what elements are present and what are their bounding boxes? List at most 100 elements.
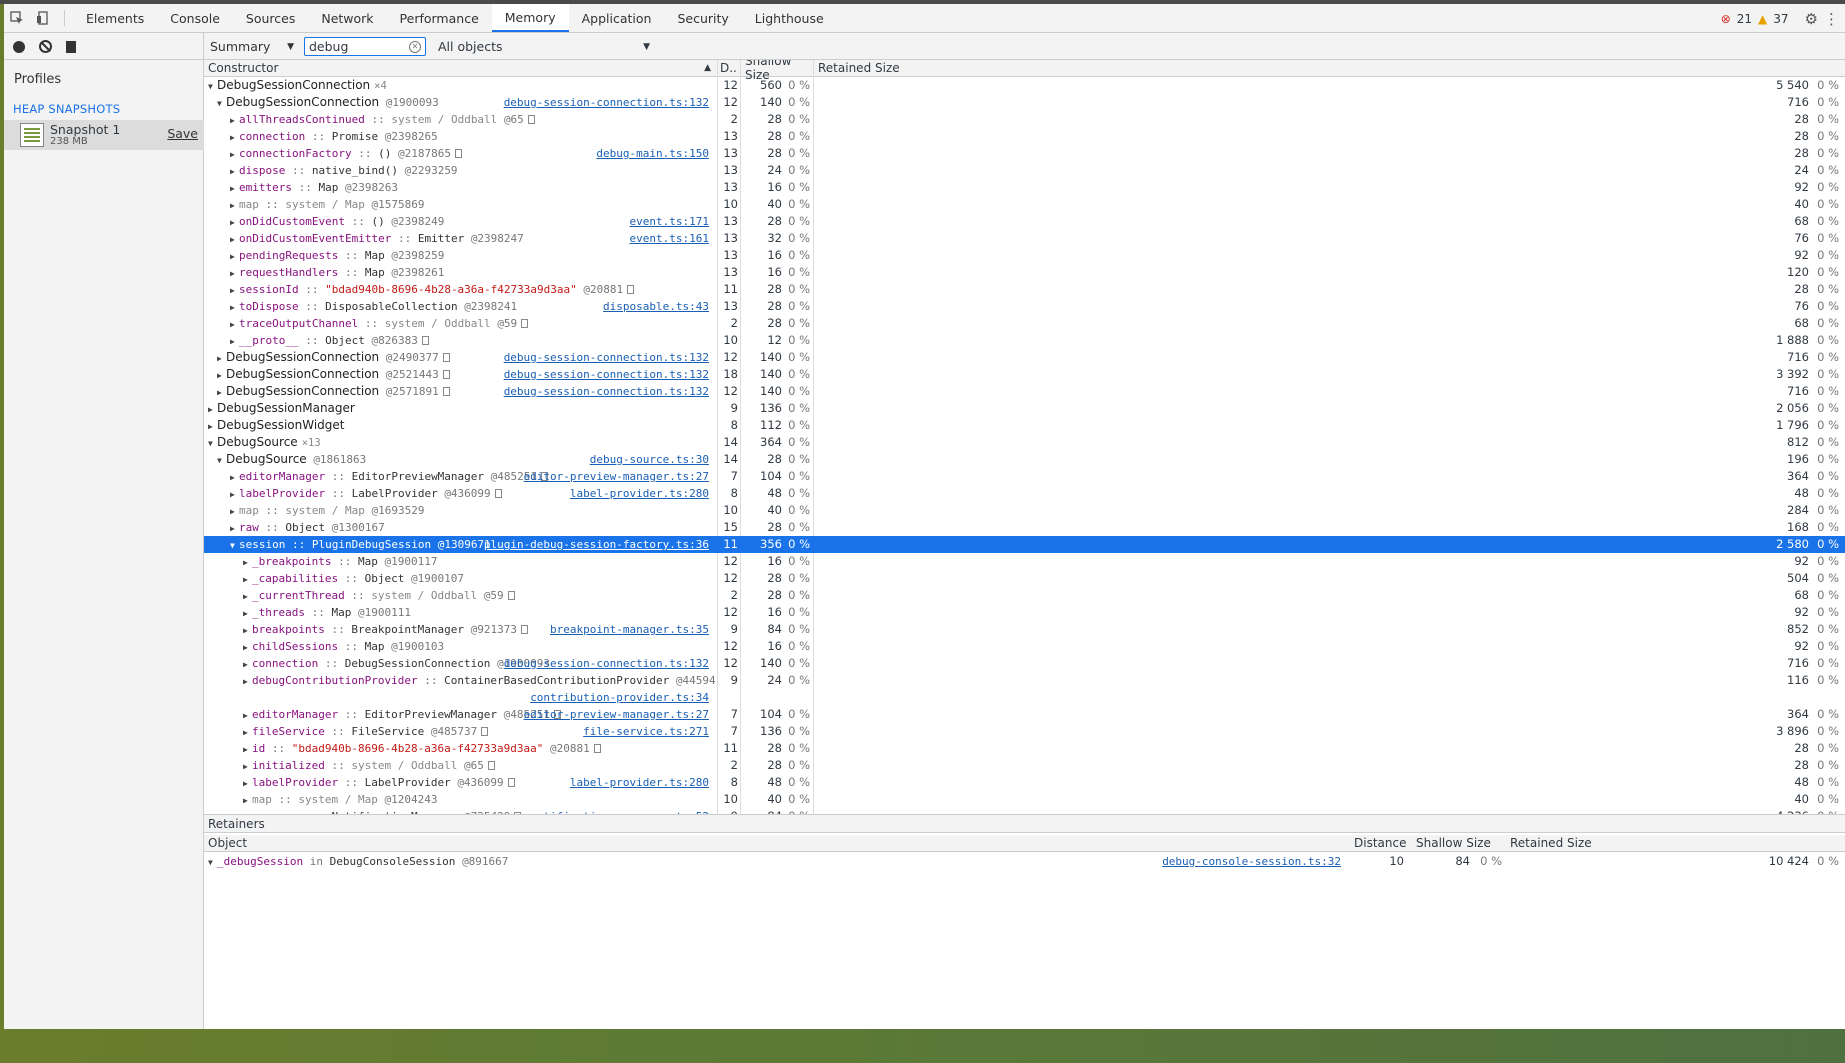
table-row[interactable]: ▶ labelProvider :: LabelProvider @436099 l… — [204, 774, 1845, 791]
col-header-constructor[interactable]: Constructor ▲ — [204, 60, 717, 77]
expand-triangle-icon[interactable]: ▶ — [243, 588, 252, 604]
source-link[interactable]: debug-session-connection.ts:132 — [504, 655, 709, 672]
table-row[interactable]: ▶ initialized :: system / Oddball @65 2 28 0… — [204, 757, 1845, 774]
trash-icon[interactable] — [66, 40, 76, 53]
expand-triangle-icon[interactable]: ▶ — [230, 163, 239, 179]
expand-triangle-icon[interactable]: ▶ — [243, 571, 252, 587]
expand-triangle-icon[interactable]: ▶ — [230, 197, 239, 213]
table-row[interactable]: ▶ debugContributionProvider :: ContainerB… — [204, 672, 1845, 689]
table-row[interactable]: ▼ DebugSource ×13 14 364 0 % 812 0 % — [204, 434, 1845, 451]
expand-triangle-icon[interactable]: ▶ — [243, 605, 252, 621]
store-global-icon[interactable] — [593, 744, 601, 753]
table-row[interactable]: ▶ DebugSessionConnection @2571891 debug-se… — [204, 383, 1845, 400]
ret-col-retained[interactable]: Retained Size — [1510, 836, 1592, 850]
table-row[interactable]: ▶ DebugSessionConnection @2521443 debug-se… — [204, 366, 1845, 383]
store-global-icon[interactable] — [442, 353, 450, 362]
table-row[interactable]: ▶ DebugSessionConnection @2490377 debug-se… — [204, 349, 1845, 366]
table-row[interactable]: ▶ DebugSessionManager 9 136 0 % 2 056 0 % — [204, 400, 1845, 417]
source-link[interactable]: debug-session-connection.ts:132 — [504, 349, 709, 366]
col-header-distance[interactable]: D.. — [718, 60, 740, 77]
expand-triangle-icon[interactable]: ▶ — [243, 639, 252, 655]
collapse-triangle-icon[interactable]: ▼ — [230, 537, 239, 553]
store-global-icon[interactable] — [481, 727, 489, 736]
store-global-icon[interactable] — [487, 761, 495, 770]
tab-elements[interactable]: Elements — [73, 4, 157, 32]
table-row[interactable]: ▼ DebugSessionConnection ×4 12 560 0 % 5 540 0 … — [204, 77, 1845, 94]
table-row[interactable]: contribution-provider.ts:34 — [204, 689, 1845, 706]
table-row[interactable]: ▶ map :: system / Map @1204243 10 40 0 % 40 0 … — [204, 791, 1845, 808]
table-row[interactable]: ▼ DebugSessionConnection @1900093 debug-se… — [204, 94, 1845, 111]
expand-triangle-icon[interactable]: ▼ — [208, 854, 217, 870]
table-row[interactable]: ▶ childSessions :: Map @1900103 12 16 0 % 92 0… — [204, 638, 1845, 655]
table-row[interactable]: ▶ map :: system / Map @1575869 10 40 0 % 40 0 … — [204, 196, 1845, 213]
expand-triangle-icon[interactable]: ▶ — [243, 656, 252, 672]
error-count[interactable]: 21 — [1737, 12, 1752, 26]
table-row[interactable]: ▶ allThreadsContinued :: system / Oddball… — [204, 111, 1845, 128]
expand-triangle-icon[interactable]: ▶ — [230, 299, 239, 315]
table-row[interactable]: ▶ onDidCustomEvent :: () @2398249 event.ts… — [204, 213, 1845, 230]
expand-triangle-icon[interactable]: ▶ — [208, 418, 217, 434]
source-link[interactable]: disposable.ts:43 — [603, 298, 709, 315]
collapse-triangle-icon[interactable]: ▼ — [208, 78, 217, 94]
table-row[interactable]: ▶ __proto__ :: Object @826383 10 12 0 % 1 888… — [204, 332, 1845, 349]
tab-lighthouse[interactable]: Lighthouse — [742, 4, 837, 32]
tab-memory[interactable]: Memory — [491, 4, 569, 32]
table-row[interactable]: ▶ editorManager :: EditorPreviewManager @… — [204, 706, 1845, 723]
table-row[interactable]: ▶ map :: system / Map @1693529 10 40 0 % 284 0… — [204, 502, 1845, 519]
source-link[interactable]: editor-preview-manager.ts:27 — [524, 468, 709, 485]
ret-col-distance[interactable]: Distance — [1354, 836, 1406, 850]
ret-col-shallow[interactable]: Shallow Size — [1416, 836, 1491, 850]
table-row[interactable]: ▶ pendingRequests :: Map @2398259 13 16 0 % 9… — [204, 247, 1845, 264]
expand-triangle-icon[interactable]: ▶ — [243, 741, 252, 757]
error-icon[interactable]: ⊗ — [1721, 12, 1731, 26]
store-global-icon[interactable] — [520, 625, 528, 634]
collapse-triangle-icon[interactable]: ▼ — [208, 435, 217, 451]
expand-triangle-icon[interactable]: ▶ — [230, 231, 239, 247]
collapse-triangle-icon[interactable]: ▼ — [217, 452, 226, 468]
tab-application[interactable]: Application — [569, 4, 665, 32]
expand-triangle-icon[interactable]: ▶ — [230, 129, 239, 145]
table-row[interactable]: ▶ fileService :: FileService @485737 file-… — [204, 723, 1845, 740]
expand-triangle-icon[interactable]: ▶ — [243, 758, 252, 774]
source-link[interactable]: label-provider.ts:280 — [570, 485, 709, 502]
retainer-row[interactable]: ▼ _debugSession in DebugConsoleSession @8… — [204, 853, 1845, 870]
source-link[interactable]: plugin-debug-session-factory.ts:36 — [484, 536, 709, 553]
table-row[interactable]: ▶ raw :: Object @1300167 15 28 0 % 168 0 % — [204, 519, 1845, 536]
store-global-icon[interactable] — [494, 489, 502, 498]
table-row[interactable]: ▶ connection :: Promise @2398265 13 28 0 % 28… — [204, 128, 1845, 145]
table-row[interactable]: ▶ requestHandlers :: Map @2398261 13 16 0 % 1… — [204, 264, 1845, 281]
store-global-icon[interactable] — [421, 336, 429, 345]
expand-triangle-icon[interactable]: ▶ — [230, 282, 239, 298]
source-link[interactable]: breakpoint-manager.ts:35 — [550, 621, 709, 638]
table-row[interactable]: ▶ sessionId :: "bdad940b-8696-4b28-a36a-f… — [204, 281, 1845, 298]
table-row[interactable]: ▶ connection :: DebugSessionConnection @1… — [204, 655, 1845, 672]
save-snapshot-link[interactable]: Save — [167, 126, 198, 141]
expand-triangle-icon[interactable]: ▶ — [230, 520, 239, 536]
store-global-icon[interactable] — [627, 285, 635, 294]
tab-performance[interactable]: Performance — [387, 4, 492, 32]
objects-select[interactable]: All objects ▼ — [434, 37, 650, 56]
expand-triangle-icon[interactable]: ▶ — [230, 486, 239, 502]
col-header-retained[interactable]: Retained Size — [814, 60, 1845, 77]
inspect-element-icon[interactable] — [4, 4, 30, 32]
expand-triangle-icon[interactable]: ▶ — [243, 775, 252, 791]
source-link[interactable]: label-provider.ts:280 — [570, 774, 709, 791]
more-menu-icon[interactable]: ⋮ — [1824, 10, 1839, 28]
snapshot-item[interactable]: Snapshot 1 238 MB Save — [4, 120, 204, 150]
expand-triangle-icon[interactable]: ▶ — [217, 384, 226, 400]
source-link[interactable]: debug-session-connection.ts:132 — [504, 94, 709, 111]
table-row[interactable]: ▶ onDidCustomEventEmitter :: Emitter @239… — [204, 230, 1845, 247]
gear-icon[interactable]: ⚙ — [1805, 10, 1818, 28]
warning-icon[interactable]: ▲ — [1758, 12, 1767, 26]
expand-triangle-icon[interactable]: ▶ — [208, 401, 217, 417]
expand-triangle-icon[interactable]: ▶ — [243, 792, 252, 808]
expand-triangle-icon[interactable]: ▶ — [230, 214, 239, 230]
table-row[interactable]: ▶ dispose :: native_bind() @2293259 13 24 0 … — [204, 162, 1845, 179]
expand-triangle-icon[interactable]: ▶ — [230, 265, 239, 281]
expand-triangle-icon[interactable]: ▶ — [230, 112, 239, 128]
expand-triangle-icon[interactable]: ▶ — [217, 367, 226, 383]
table-row[interactable]: ▶ connectionFactory :: () @2187865 debug-m… — [204, 145, 1845, 162]
store-global-icon[interactable] — [454, 149, 462, 158]
table-row[interactable]: ▶ _breakpoints :: Map @1900117 12 16 0 % 92 0 … — [204, 553, 1845, 570]
store-global-icon[interactable] — [521, 319, 529, 328]
